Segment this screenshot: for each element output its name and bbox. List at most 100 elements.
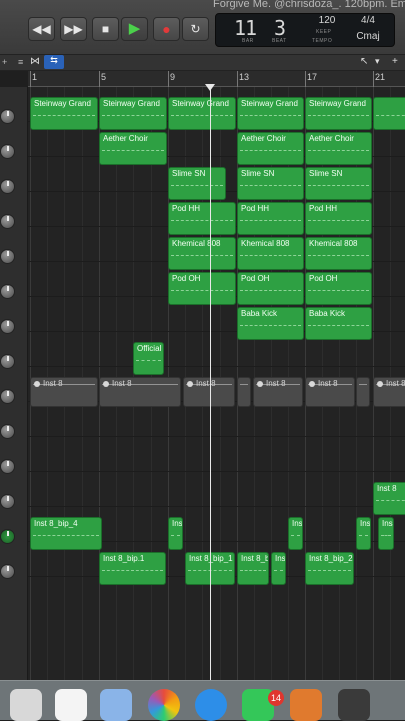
midi-region[interactable]: Inst 8 — [253, 377, 303, 407]
midi-region[interactable]: Steinway Grand — [168, 97, 236, 130]
midi-region[interactable]: Slime SN — [305, 167, 372, 200]
volume-knob[interactable] — [0, 179, 15, 194]
fast-forward-icon: ▶▶ — [64, 22, 83, 36]
catch-playhead-icon[interactable]: ⋈ — [30, 56, 40, 67]
tool-menu-icon[interactable]: ▾ — [375, 56, 380, 67]
bar-tick — [305, 71, 306, 87]
fast-forward-button[interactable]: ▶▶ — [60, 17, 87, 41]
midi-region[interactable]: Inst 8_bip.1 — [99, 552, 166, 585]
region-notes — [102, 570, 163, 580]
region-notes — [291, 535, 300, 545]
midi-region[interactable]: Pod OH — [237, 272, 304, 305]
region-notes — [171, 220, 233, 230]
midi-region[interactable] — [356, 377, 370, 407]
bar-ruler[interactable]: 1 5 9 13 17 21 — [28, 71, 405, 87]
volume-knob[interactable] — [0, 214, 15, 229]
midi-region[interactable]: Steinway Grand — [305, 97, 372, 130]
midi-region[interactable]: Pod HH — [237, 202, 304, 235]
volume-knob[interactable] — [0, 424, 15, 439]
midi-region[interactable]: Slime SN — [168, 167, 226, 200]
midi-region[interactable]: Steinway Grand — [99, 97, 167, 130]
region-name: Pod HH — [309, 204, 338, 213]
midi-region[interactable]: Steinway Grand — [237, 97, 304, 130]
midi-region[interactable]: Aether Choir — [237, 132, 304, 165]
pointer-tool-icon[interactable]: ↖ — [360, 56, 368, 67]
region-notes — [381, 535, 391, 545]
maps-icon[interactable] — [100, 689, 132, 721]
finder-icon[interactable] — [10, 689, 42, 721]
volume-knob[interactable] — [0, 494, 15, 509]
volume-knob[interactable] — [0, 319, 15, 334]
midi-region[interactable]: Inst 8_b — [237, 552, 269, 585]
midi-region[interactable]: Baba Kick — [237, 307, 304, 340]
numbers-icon[interactable] — [338, 689, 370, 721]
safari-icon[interactable] — [195, 689, 227, 721]
volume-knob[interactable] — [0, 389, 15, 404]
volume-knob[interactable] — [0, 354, 15, 369]
volume-knob[interactable] — [0, 109, 15, 124]
secondary-tool-icon[interactable]: + — [392, 56, 398, 67]
region-notes — [240, 150, 301, 160]
volume-knob[interactable] — [0, 564, 15, 579]
tracks-area[interactable]: Steinway Grand Steinway Grand Steinway G… — [28, 87, 405, 680]
playhead[interactable] — [210, 87, 211, 680]
macos-dock — [0, 680, 405, 721]
region-notes — [33, 535, 99, 545]
midi-region[interactable]: Inst 8_bip_4 — [30, 517, 102, 550]
region-notes — [308, 325, 369, 335]
midi-region[interactable]: Pod HH — [168, 202, 236, 235]
midi-region[interactable]: Inst 8 — [30, 377, 98, 407]
snap-icon[interactable]: ⇆ — [44, 55, 64, 69]
midi-region[interactable]: Ins — [356, 517, 371, 550]
lcd-display[interactable]: 11 BAR 3 BEAT 120 KEEP TEMPO 4/4 Cmaj — [215, 13, 395, 47]
lcd-tempo: 120 — [318, 15, 336, 26]
region-name: Khemical 808 — [309, 239, 358, 248]
midi-region[interactable]: Inst 8_bip_2 — [305, 552, 354, 585]
midi-region[interactable]: Ins — [288, 517, 303, 550]
volume-knob[interactable] — [0, 459, 15, 474]
audio-region[interactable]: Official — [133, 342, 164, 375]
midi-region[interactable]: Pod OH — [305, 272, 372, 305]
stop-button[interactable]: ■ — [92, 17, 119, 41]
midi-region[interactable]: Inst 8 — [183, 377, 235, 407]
volume-knob[interactable] — [0, 284, 15, 299]
bar-number: 13 — [239, 72, 250, 82]
midi-region[interactable]: Inst 8 — [305, 377, 355, 407]
rewind-button[interactable]: ◀◀ — [28, 17, 55, 41]
bar-number: 1 — [32, 72, 38, 82]
midi-region[interactable] — [237, 377, 251, 407]
region-notes — [308, 220, 369, 230]
volume-knob[interactable] — [0, 249, 15, 264]
midi-region[interactable]: Khemical 808 — [168, 237, 236, 270]
midi-region[interactable]: Steinway Grand — [30, 97, 98, 130]
region-name: Inst 8_bip_4 — [34, 519, 78, 528]
midi-region[interactable] — [373, 97, 405, 130]
midi-region[interactable]: Slime SN — [237, 167, 304, 200]
midi-region[interactable]: Aether Choir — [305, 132, 372, 165]
midi-region[interactable]: Ins — [378, 517, 394, 550]
notes-icon[interactable] — [55, 689, 87, 721]
midi-region[interactable]: Inst 8 — [373, 377, 405, 407]
play-button[interactable]: ▶ — [121, 17, 148, 41]
midi-region[interactable]: Baba Kick — [305, 307, 372, 340]
region-name: Ins — [360, 519, 371, 528]
photos-icon[interactable] — [148, 689, 180, 721]
add-track-icon[interactable]: + — [2, 57, 7, 67]
midi-region[interactable]: Pod HH — [305, 202, 372, 235]
pages-icon[interactable] — [290, 689, 322, 721]
midi-region[interactable]: Khemical 808 — [237, 237, 304, 270]
midi-region[interactable]: Khemical 808 — [305, 237, 372, 270]
volume-knob[interactable] — [0, 144, 15, 159]
record-button[interactable]: ● — [153, 17, 180, 41]
midi-region[interactable]: Inst 8 — [373, 482, 405, 515]
selected-track-knob[interactable] — [0, 529, 15, 544]
midi-region[interactable]: Inst 8 — [99, 377, 181, 407]
region-notes — [308, 384, 352, 394]
midi-region[interactable]: Ins — [271, 552, 286, 585]
track-list-icon[interactable]: ≡ — [18, 57, 23, 67]
midi-region[interactable]: Aether Choir — [99, 132, 167, 165]
cycle-button[interactable]: ↻ — [182, 17, 209, 41]
midi-region[interactable]: Ins — [168, 517, 183, 550]
midi-region[interactable]: Pod OH — [168, 272, 236, 305]
lcd-key: Cmaj — [356, 31, 380, 42]
